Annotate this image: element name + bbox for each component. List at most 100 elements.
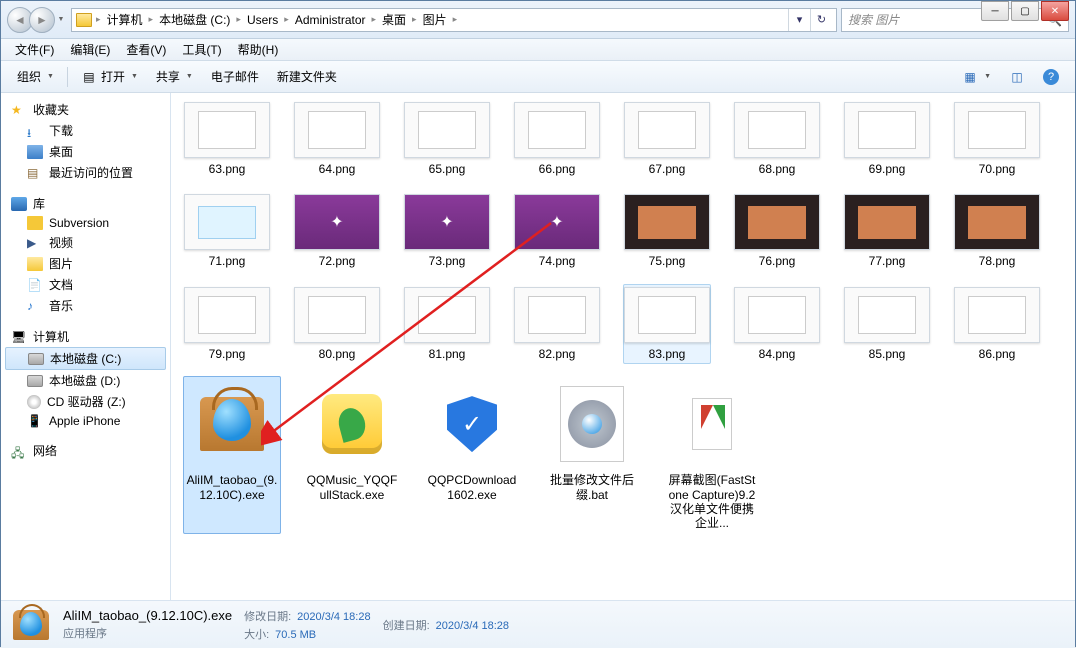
file-item[interactable]: 69.png	[843, 99, 931, 179]
file-label: 84.png	[759, 347, 796, 361]
file-item[interactable]: ✦74.png	[513, 191, 601, 271]
file-thumbnail	[294, 287, 380, 343]
nav-history-dropdown[interactable]: ▼	[55, 16, 67, 23]
file-label: 81.png	[429, 347, 466, 361]
menu-file[interactable]: 文件(F)	[7, 39, 62, 60]
open-button[interactable]: ▤打开▼	[73, 64, 146, 89]
file-item[interactable]: 85.png	[843, 284, 931, 364]
help-button[interactable]: ?	[1035, 65, 1067, 89]
view-icon: ▦	[962, 69, 978, 85]
file-item[interactable]: 79.png	[183, 284, 271, 364]
file-item[interactable]: 70.png	[953, 99, 1041, 179]
open-icon: ▤	[81, 69, 97, 85]
file-item[interactable]: 75.png	[623, 191, 711, 271]
file-item[interactable]: 68.png	[733, 99, 821, 179]
share-button[interactable]: 共享▼	[148, 64, 201, 89]
menu-help[interactable]: 帮助(H)	[230, 39, 287, 60]
menu-view[interactable]: 查看(V)	[118, 39, 174, 60]
file-item[interactable]: 66.png	[513, 99, 601, 179]
navigation-pane[interactable]: ★收藏夹 ⭳下载 桌面 ▤最近访问的位置 库 Subversion ▶视频 图片…	[1, 93, 171, 600]
forward-button[interactable]: ►	[29, 7, 55, 33]
sidebar-item-subversion[interactable]: Subversion	[1, 214, 170, 232]
window-controls: ─ ▢ ✕	[981, 1, 1069, 21]
sidebar-item-downloads[interactable]: ⭳下载	[1, 120, 170, 141]
file-item[interactable]: AliIM_taobao_(9.12.10C).exe	[183, 376, 281, 534]
address-bar[interactable]: ▸ 计算机 ▸ 本地磁盘 (C:) ▸ Users ▸ Administrato…	[71, 8, 837, 32]
file-item[interactable]: 83.png	[623, 284, 711, 364]
file-item[interactable]: ✓QQPCDownload1602.exe	[423, 376, 521, 534]
network-icon: 🖧	[11, 444, 27, 458]
file-thumbnail	[294, 102, 380, 158]
file-item[interactable]: 80.png	[293, 284, 381, 364]
file-item[interactable]: 81.png	[403, 284, 491, 364]
file-item[interactable]: 批量修改文件后缀.bat	[543, 376, 641, 534]
crumb-drive-c[interactable]: 本地磁盘 (C:)	[157, 11, 232, 28]
file-item[interactable]: 67.png	[623, 99, 711, 179]
pictures-icon	[27, 257, 43, 271]
menu-edit[interactable]: 编辑(E)	[62, 39, 118, 60]
sidebar-favorites[interactable]: ★收藏夹	[1, 99, 170, 120]
maximize-button[interactable]: ▢	[1011, 1, 1039, 21]
close-button[interactable]: ✕	[1041, 1, 1069, 21]
sidebar-libraries[interactable]: 库	[1, 193, 170, 214]
refresh-button[interactable]: ↻	[810, 9, 832, 31]
sidebar-item-music[interactable]: ♪音乐	[1, 295, 170, 316]
view-mode-button[interactable]: ▦▼	[954, 65, 999, 89]
svn-icon	[27, 216, 43, 230]
file-item[interactable]: 84.png	[733, 284, 821, 364]
preview-pane-button[interactable]: ◫	[1001, 65, 1033, 89]
file-item[interactable]: 71.png	[183, 191, 271, 271]
sidebar-item-drive-c[interactable]: 本地磁盘 (C:)	[5, 347, 166, 370]
sidebar-item-pictures[interactable]: 图片	[1, 253, 170, 274]
sidebar-item-drive-cd[interactable]: CD 驱动器 (Z:)	[1, 391, 170, 412]
sidebar-item-drive-d[interactable]: 本地磁盘 (D:)	[1, 370, 170, 391]
sidebar-network[interactable]: 🖧网络	[1, 440, 170, 461]
crumb-desktop[interactable]: 桌面	[380, 11, 408, 28]
file-label: 77.png	[869, 254, 906, 268]
file-thumbnail: ✦	[404, 194, 490, 250]
sidebar-computer[interactable]: 🖥计算机	[1, 326, 170, 347]
file-label: 63.png	[209, 162, 246, 176]
address-dropdown[interactable]: ▾	[788, 9, 810, 31]
file-thumbnail	[734, 102, 820, 158]
crumb-pictures[interactable]: 图片	[421, 11, 449, 28]
file-label: 85.png	[869, 347, 906, 361]
sidebar-item-recent[interactable]: ▤最近访问的位置	[1, 162, 170, 183]
sidebar-item-desktop[interactable]: 桌面	[1, 141, 170, 162]
sidebar-item-videos[interactable]: ▶视频	[1, 232, 170, 253]
file-label: 83.png	[649, 347, 686, 361]
sidebar-item-documents[interactable]: 📄文档	[1, 274, 170, 295]
file-thumbnail: ✦	[294, 194, 380, 250]
file-item[interactable]: 76.png	[733, 191, 821, 271]
email-button[interactable]: 电子邮件	[203, 64, 267, 89]
organize-button[interactable]: 组织▼	[9, 64, 62, 89]
sidebar-item-iphone[interactable]: 📱Apple iPhone	[1, 412, 170, 430]
crumb-computer[interactable]: 计算机	[105, 11, 145, 28]
file-label: 74.png	[539, 254, 576, 268]
file-item[interactable]: ✦73.png	[403, 191, 491, 271]
file-item[interactable]: 63.png	[183, 99, 271, 179]
crumb-users[interactable]: Users	[245, 13, 280, 27]
file-item[interactable]: 78.png	[953, 191, 1041, 271]
file-item[interactable]: 82.png	[513, 284, 601, 364]
file-item[interactable]: 65.png	[403, 99, 491, 179]
file-thumbnail	[514, 102, 600, 158]
file-item[interactable]: 86.png	[953, 284, 1041, 364]
app-icon: ✓	[427, 379, 517, 469]
file-item[interactable]: 77.png	[843, 191, 931, 271]
file-label: QQMusic_YQQFullStack.exe	[306, 473, 398, 502]
file-list[interactable]: 63.png 64.png 65.png 66.png 67.png 68.png 69.p…	[171, 93, 1075, 600]
file-thumbnail	[734, 287, 820, 343]
file-item[interactable]: 64.png	[293, 99, 381, 179]
file-item[interactable]: QQMusic_YQQFullStack.exe	[303, 376, 401, 534]
menu-tools[interactable]: 工具(T)	[174, 39, 229, 60]
file-label: 78.png	[979, 254, 1016, 268]
file-label: 屏幕截图(FastStone Capture)9.2汉化单文件便携企业...	[666, 473, 758, 531]
minimize-button[interactable]: ─	[981, 1, 1009, 21]
file-item[interactable]: ✦72.png	[293, 191, 381, 271]
file-label: 75.png	[649, 254, 686, 268]
new-folder-button[interactable]: 新建文件夹	[269, 64, 345, 89]
file-item[interactable]: 屏幕截图(FastStone Capture)9.2汉化单文件便携企业...	[663, 376, 761, 534]
help-icon: ?	[1043, 69, 1059, 85]
crumb-admin[interactable]: Administrator	[293, 13, 368, 27]
